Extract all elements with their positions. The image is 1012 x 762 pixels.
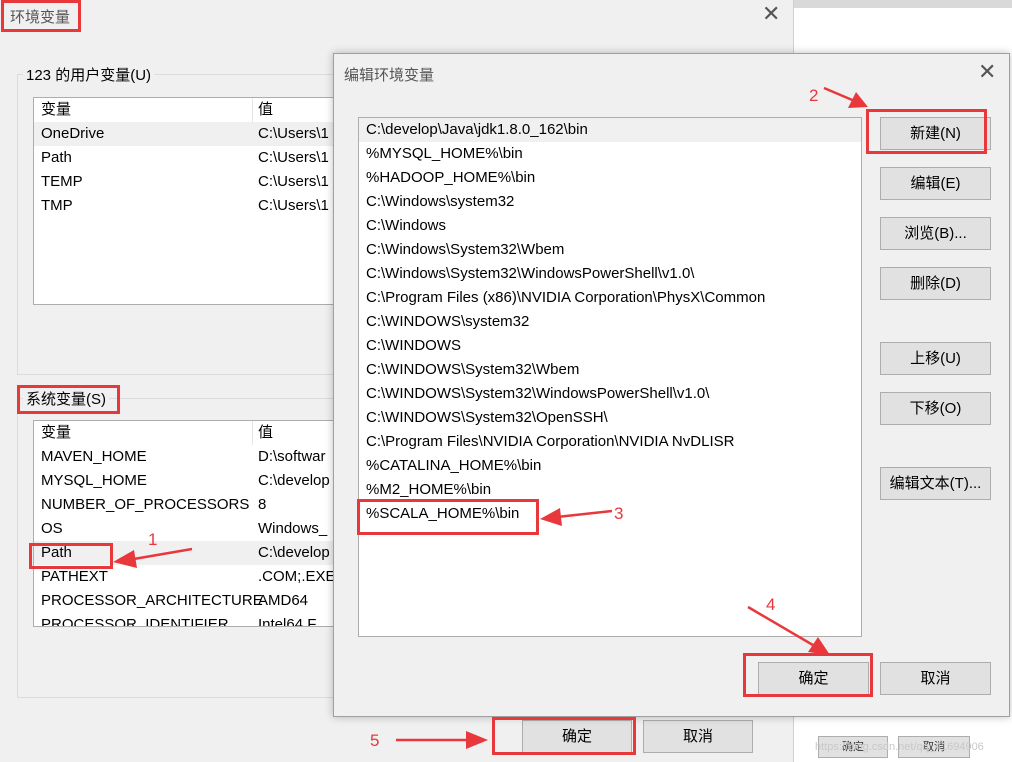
annotation-number-3: 3: [614, 504, 624, 523]
table-row[interactable]: TEMP C:\Users\1: [34, 170, 352, 194]
table-row[interactable]: Path C:\Users\1: [34, 146, 352, 170]
delete-button[interactable]: 删除(D): [880, 267, 991, 300]
user-variables-label: 123 的用户变量(U): [23, 64, 155, 85]
list-item[interactable]: C:\WINDOWS\system32: [359, 310, 861, 334]
variable-value: 8: [258, 496, 267, 513]
variable-value: Windows_: [258, 520, 328, 537]
variable-value: C:\Users\1: [258, 197, 329, 214]
list-item[interactable]: C:\Windows: [359, 214, 861, 238]
list-item[interactable]: %CATALINA_HOME%\bin: [359, 454, 861, 478]
variable-value: C:\develop: [258, 472, 330, 489]
list-item[interactable]: C:\WINDOWS\System32\WindowsPowerShell\v1…: [359, 382, 861, 406]
annotation-number-5: 5: [370, 731, 380, 750]
list-item[interactable]: %HADOOP_HOME%\bin: [359, 166, 861, 190]
list-item[interactable]: C:\develop\Java\jdk1.8.0_162\bin: [359, 118, 861, 142]
highlight-box-new-entry: [357, 499, 539, 535]
variable-name: MYSQL_HOME: [41, 472, 147, 489]
table-row[interactable]: OS Windows_: [34, 517, 352, 541]
variable-name: Path: [41, 149, 72, 166]
browse-button[interactable]: 浏览(B)...: [880, 217, 991, 250]
variable-name: OneDrive: [41, 125, 105, 142]
close-icon[interactable]: ✕: [762, 4, 780, 26]
table-row[interactable]: TMP C:\Users\1: [34, 194, 352, 218]
table-row[interactable]: PROCESSOR_ARCHITECTURE AMD64: [34, 589, 352, 613]
list-item[interactable]: C:\WINDOWS\System32\Wbem: [359, 358, 861, 382]
move-down-button[interactable]: 下移(O): [880, 392, 991, 425]
variable-name: MAVEN_HOME: [41, 448, 147, 465]
table-row[interactable]: PROCESSOR_IDENTIFIER Intel64 F: [34, 613, 352, 627]
annotation-number-4: 4: [766, 595, 776, 614]
path-entries-list[interactable]: C:\develop\Java\jdk1.8.0_162\bin %MYSQL_…: [358, 117, 862, 637]
highlight-box-path-row: [29, 543, 113, 569]
highlight-box-title: [1, 0, 81, 32]
column-header-value[interactable]: 值: [258, 98, 273, 122]
list-item[interactable]: C:\Program Files\NVIDIA Corporation\NVID…: [359, 430, 861, 454]
list-item[interactable]: C:\Windows\System32\WindowsPowerShell\v1…: [359, 262, 861, 286]
edit-text-button[interactable]: 编辑文本(T)...: [880, 467, 991, 500]
variable-name: NUMBER_OF_PROCESSORS: [41, 496, 250, 513]
highlight-box-edit-ok: [743, 653, 873, 697]
variable-name: TEMP: [41, 173, 83, 190]
system-variables-header: 变量 值: [34, 421, 352, 445]
list-item[interactable]: C:\Program Files (x86)\NVIDIA Corporatio…: [359, 286, 861, 310]
table-row[interactable]: MAVEN_HOME D:\softwar: [34, 445, 352, 469]
column-header-variable[interactable]: 变量: [41, 98, 71, 122]
variable-name: PROCESSOR_ARCHITECTURE: [41, 592, 263, 609]
edit-dialog-title: 编辑环境变量: [344, 67, 435, 84]
highlight-box-env-ok: [492, 717, 636, 755]
highlight-box-new-button: [866, 109, 987, 154]
variable-name: TMP: [41, 197, 73, 214]
close-icon[interactable]: ✕: [978, 62, 996, 84]
variable-value: D:\softwar: [258, 448, 326, 465]
system-variables-list[interactable]: 变量 值 MAVEN_HOME D:\softwar MYSQL_HOME C:\d…: [33, 420, 353, 627]
variable-value: C:\Users\1: [258, 173, 329, 190]
variable-value: AMD64: [258, 592, 309, 609]
list-item[interactable]: %MYSQL_HOME%\bin: [359, 142, 861, 166]
highlight-box-system-label: [17, 385, 120, 414]
list-item[interactable]: C:\Windows\System32\Wbem: [359, 238, 861, 262]
list-item[interactable]: C:\WINDOWS: [359, 334, 861, 358]
table-row[interactable]: OneDrive C:\Users\1: [34, 122, 352, 146]
table-row[interactable]: MYSQL_HOME C:\develop: [34, 469, 352, 493]
variable-value: C:\Users\1: [258, 149, 329, 166]
env-cancel-button[interactable]: 取消: [643, 720, 753, 753]
variable-name: PROCESSOR_IDENTIFIER: [41, 616, 229, 627]
list-item[interactable]: C:\WINDOWS\System32\OpenSSH\: [359, 406, 861, 430]
table-row[interactable]: NUMBER_OF_PROCESSORS 8: [34, 493, 352, 517]
move-up-button[interactable]: 上移(U): [880, 342, 991, 375]
edit-cancel-button[interactable]: 取消: [880, 662, 991, 695]
watermark-text: https://blog.csdn.net/qq_41694906: [815, 741, 984, 753]
variable-name: OS: [41, 520, 63, 537]
variable-value: Intel64 F: [258, 616, 317, 627]
variable-value: .COM;.EXE: [258, 568, 336, 585]
annotation-number-1: 1: [148, 530, 158, 549]
user-variables-list[interactable]: 变量 值 OneDrive C:\Users\1 Path C:\Users\1 T…: [33, 97, 353, 305]
column-header-variable[interactable]: 变量: [41, 421, 71, 445]
list-item[interactable]: C:\Windows\system32: [359, 190, 861, 214]
user-variables-header: 变量 值: [34, 98, 352, 122]
background-window-titlebar: [794, 0, 1012, 8]
column-header-value[interactable]: 值: [258, 421, 273, 445]
annotation-number-2: 2: [809, 86, 819, 105]
edit-button[interactable]: 编辑(E): [880, 167, 991, 200]
variable-value: C:\Users\1: [258, 125, 329, 142]
variable-value: C:\develop: [258, 544, 330, 561]
